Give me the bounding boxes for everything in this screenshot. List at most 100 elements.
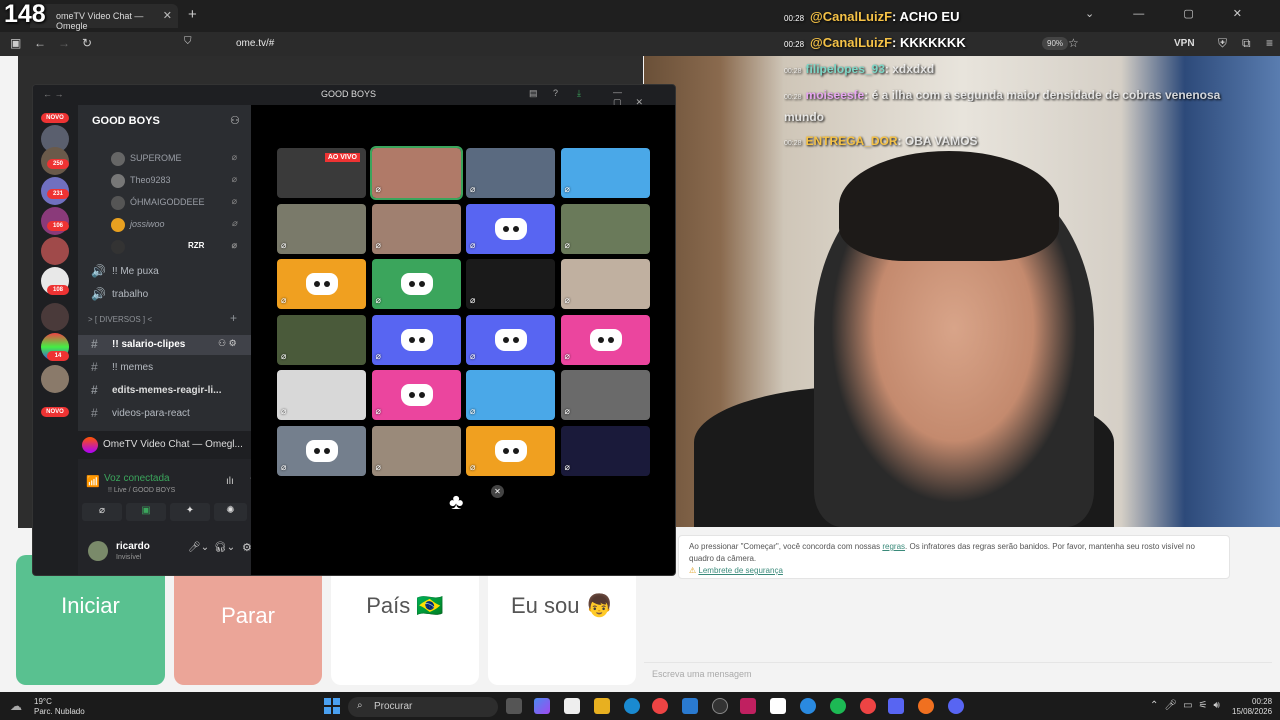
voice-status[interactable]: Voz conectada: [104, 473, 170, 484]
menu-icon[interactable]: ≡: [1266, 36, 1273, 50]
app-icon[interactable]: [800, 698, 816, 714]
participant-tile[interactable]: ⌀: [371, 370, 461, 420]
edge-icon[interactable]: [624, 698, 640, 714]
user-name[interactable]: ricardo: [116, 541, 150, 552]
system-tray-icons[interactable]: ⌃🎤︎▭⚟🔊︎: [1150, 700, 1226, 711]
activities-button[interactable]: ✦: [170, 503, 210, 521]
server-name[interactable]: GOOD BOYS: [92, 115, 160, 127]
capcut-icon[interactable]: [770, 698, 786, 714]
participant-tile[interactable]: ⌀: [466, 425, 555, 476]
participant-tile[interactable]: ⌀: [560, 259, 650, 309]
participant-tile[interactable]: ⌀: [369, 146, 463, 200]
firefox-icon[interactable]: [918, 698, 934, 714]
rules-link[interactable]: regras: [882, 542, 905, 551]
channel-videos[interactable]: # videos-para-react: [78, 404, 251, 424]
voice-user[interactable]: jossiwoo ⌀: [78, 215, 251, 235]
new-tab-icon[interactable]: +: [188, 6, 197, 23]
help-icon[interactable]: ?: [553, 88, 558, 98]
voice-user[interactable]: SUPEROME ⌀: [78, 149, 251, 169]
participant-tile[interactable]: ⌀: [560, 425, 650, 476]
spotify-icon[interactable]: [830, 698, 846, 714]
soundboard-button[interactable]: ✺: [214, 503, 247, 521]
participant-tile[interactable]: ⌀: [560, 314, 650, 365]
extensions-icon[interactable]: ⧉: [1242, 36, 1251, 51]
forward-icon[interactable]: →: [58, 36, 70, 50]
participant-tile[interactable]: ⌀: [277, 259, 366, 309]
close-icon[interactable]: ✕: [491, 485, 504, 498]
screen-share-button[interactable]: ▣: [126, 503, 166, 521]
server-icon[interactable]: [41, 365, 69, 393]
sidebar-icon[interactable]: ▣: [10, 36, 21, 50]
activity-shapes-icon[interactable]: ♣: [449, 489, 463, 515]
app-icon[interactable]: [740, 698, 756, 714]
participant-tile[interactable]: ⌀: [371, 425, 461, 476]
participant-tile[interactable]: ⌀: [277, 314, 366, 365]
safety-reminder-link[interactable]: Lembrete de segurança: [698, 566, 783, 575]
file-explorer-icon[interactable]: [594, 698, 610, 714]
clock[interactable]: 00:28 15/08/2026: [1232, 697, 1272, 717]
browser-tab[interactable]: omeTV Video Chat — Omegle ✕: [30, 4, 178, 31]
shield-icon[interactable]: ⛉: [184, 36, 192, 47]
app-icon[interactable]: [564, 698, 580, 714]
voice-channel[interactable]: 🔊 trabalho: [78, 285, 251, 305]
voice-user[interactable]: ÓHMAIGODDEEE ⌀: [78, 193, 251, 213]
channel-category[interactable]: > [ DIVERSOS ] <: [78, 311, 251, 331]
participant-tile[interactable]: ⌀: [277, 203, 366, 254]
participant-tile[interactable]: ⌀: [466, 203, 555, 254]
server-icon[interactable]: [41, 237, 69, 265]
url-field[interactable]: ome.tv/#: [236, 38, 274, 49]
weather-widget[interactable]: 19°C Parc. Nublado: [34, 697, 85, 717]
windows-start-icon[interactable]: [324, 698, 340, 714]
settings-icon[interactable]: ⚇ ⚙: [218, 338, 237, 349]
voice-user[interactable]: Theo9283 ⌀: [78, 171, 251, 191]
server-icon[interactable]: [41, 303, 69, 331]
participant-tile[interactable]: ⌀: [371, 314, 461, 365]
voice-user[interactable]: RZR ⌀: [78, 237, 251, 257]
add-member-icon[interactable]: ⚇: [230, 114, 240, 127]
participant-tile[interactable]: ⌀: [277, 425, 366, 476]
activity-card[interactable]: OmeTV Video Chat — Omegl...: [78, 431, 251, 459]
avatar[interactable]: [88, 541, 108, 561]
taskbar-search[interactable]: ⌕ Procurar: [348, 697, 498, 717]
mail-icon[interactable]: [682, 698, 698, 714]
voice-channel[interactable]: 🔊!! Me puxa: [78, 262, 251, 282]
github-icon[interactable]: [712, 698, 728, 714]
participant-tile[interactable]: ⌀: [466, 148, 555, 198]
channel-memes[interactable]: #!! memes: [78, 358, 251, 378]
inbox-icon[interactable]: ▤: [529, 88, 538, 99]
participant-tile[interactable]: AO VIVO: [277, 148, 366, 198]
participant-tile[interactable]: ⌀: [466, 314, 555, 365]
message-input[interactable]: Escreva uma mensagem: [644, 662, 1272, 684]
participant-tile[interactable]: ⌀: [277, 370, 366, 420]
add-channel-icon[interactable]: +: [230, 311, 237, 325]
mic-icon[interactable]: 🎤︎⌄: [188, 542, 209, 553]
voice-channel-name[interactable]: !! Live / GOOD BOYS: [108, 487, 175, 494]
reload-icon[interactable]: ↻: [82, 36, 92, 50]
participant-tile[interactable]: ⌀: [560, 148, 650, 198]
chrome-icon[interactable]: [652, 698, 668, 714]
app-icon[interactable]: [888, 698, 904, 714]
chrome-icon[interactable]: [860, 698, 876, 714]
participant-tile[interactable]: ⌀: [466, 259, 555, 309]
back-icon[interactable]: ←: [34, 36, 46, 50]
participant-tile[interactable]: ⌀: [371, 203, 461, 254]
participant-tile[interactable]: ⌀: [371, 259, 461, 309]
star-icon[interactable]: ☆: [1068, 36, 1079, 50]
copilot-icon[interactable]: [534, 698, 550, 714]
camera-off-button[interactable]: ⌀: [82, 503, 122, 521]
tab-close-icon[interactable]: ✕: [163, 9, 172, 22]
window-controls[interactable]: ⌄ — ▢ ✕: [1085, 7, 1260, 20]
discord-icon[interactable]: [948, 698, 964, 714]
vpn-button[interactable]: VPN: [1174, 38, 1195, 49]
participant-tile[interactable]: ⌀: [560, 370, 650, 420]
participant-tile[interactable]: ⌀: [560, 203, 650, 254]
channel-edits[interactable]: # edits-memes-reagir-li...: [78, 381, 251, 401]
back-icon[interactable]: ← →: [43, 89, 64, 99]
waveform-icon[interactable]: ılı: [226, 476, 234, 487]
shield-icon[interactable]: ⛨: [1218, 36, 1227, 51]
headphones-icon[interactable]: 🎧︎⌄: [214, 542, 235, 553]
task-view-icon[interactable]: [506, 698, 522, 714]
participant-tile[interactable]: ⌀: [466, 370, 555, 420]
download-icon[interactable]: ⤓: [577, 88, 581, 99]
zoom-level[interactable]: 90%: [1042, 37, 1069, 50]
